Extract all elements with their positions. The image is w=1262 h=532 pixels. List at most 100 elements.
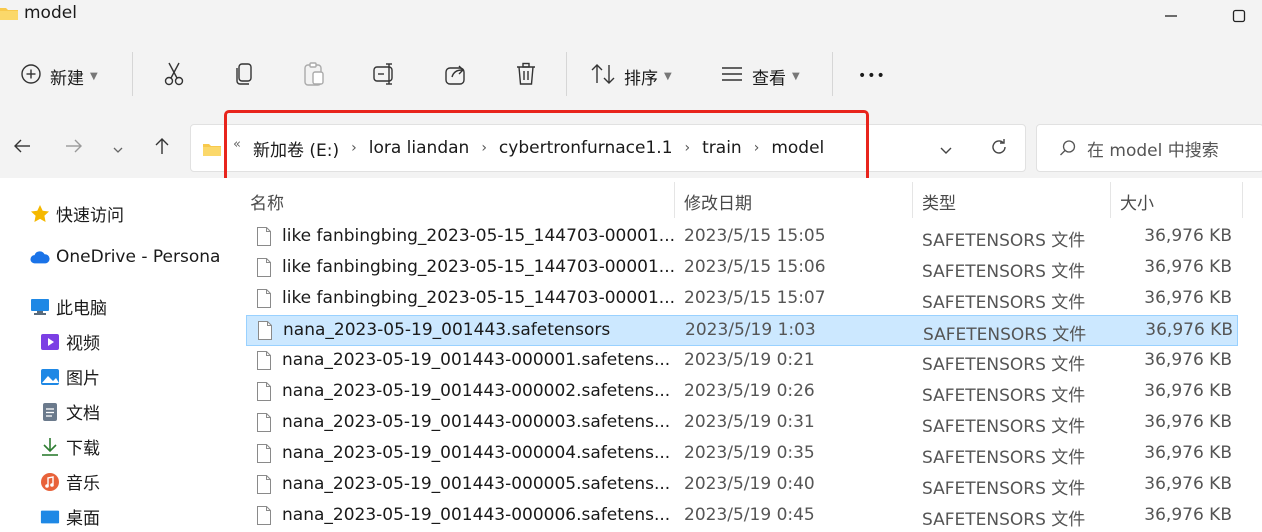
file-date: 2023/5/15 15:05 xyxy=(684,226,826,246)
file-name: nana_2023-05-19_001443.safetensors xyxy=(283,320,611,340)
rename-icon xyxy=(372,62,398,90)
toolbar-divider xyxy=(132,52,133,96)
column-divider[interactable] xyxy=(912,182,913,218)
file-icon xyxy=(256,288,272,314)
minimize-icon xyxy=(1164,8,1178,27)
file-row[interactable]: nana_2023-05-19_001443-000003.safetens..… xyxy=(246,408,1238,439)
file-name: nana_2023-05-19_001443-000001.safetens..… xyxy=(282,350,671,370)
plus-circle-icon xyxy=(20,63,42,89)
sidebar-item-label: 下载 xyxy=(66,439,100,459)
sidebar-item-onedrive[interactable]: OneDrive - Persona xyxy=(30,247,220,267)
file-size: 36,976 KB xyxy=(1144,443,1232,463)
file-date: 2023/5/19 0:21 xyxy=(684,350,815,370)
new-button[interactable]: 新建 ▼ xyxy=(20,58,98,94)
file-name: like fanbingbing_2023-05-15_144703-00001… xyxy=(282,226,676,246)
share-button[interactable] xyxy=(444,58,468,94)
file-type: SAFETENSORS 文件 xyxy=(922,293,1086,313)
view-button[interactable]: 查看 ▼ xyxy=(720,58,800,94)
file-row[interactable]: nana_2023-05-19_001443-000004.safetens..… xyxy=(246,439,1238,470)
rename-button[interactable] xyxy=(372,58,398,94)
video-icon xyxy=(40,332,60,352)
file-name: nana_2023-05-19_001443-000003.safetens..… xyxy=(282,412,671,432)
file-row[interactable]: like fanbingbing_2023-05-15_144703-00001… xyxy=(246,284,1238,315)
arrow-left-icon xyxy=(13,138,31,158)
more-options-button[interactable]: ••• xyxy=(858,58,886,94)
file-name: nana_2023-05-19_001443-000004.safetens..… xyxy=(282,443,671,463)
maximize-button[interactable] xyxy=(1216,0,1262,34)
copy-icon xyxy=(234,62,254,90)
address-dropdown-icon[interactable] xyxy=(939,141,953,160)
copy-button[interactable] xyxy=(234,58,254,94)
sidebar-item-label: 视频 xyxy=(66,334,100,354)
file-icon xyxy=(256,381,272,407)
column-header-date[interactable]: 修改日期 xyxy=(684,189,752,214)
chevron-down-icon: ▼ xyxy=(664,70,672,82)
column-divider[interactable] xyxy=(1242,182,1243,218)
file-date: 2023/5/15 15:07 xyxy=(684,288,826,308)
sidebar-item-quick-access[interactable]: 快速访问 xyxy=(30,201,124,226)
up-button[interactable] xyxy=(148,132,176,164)
pictures-icon xyxy=(40,367,60,387)
sidebar-item-videos[interactable]: 视频 xyxy=(40,329,100,354)
sidebar-item-pictures[interactable]: 图片 xyxy=(40,364,100,389)
file-type: SAFETENSORS 文件 xyxy=(922,448,1086,468)
file-row[interactable]: nana_2023-05-19_001443.safetensors 2023/5… xyxy=(246,315,1238,346)
sidebar-item-desktop[interactable]: 桌面 xyxy=(40,504,100,529)
forward-button[interactable] xyxy=(60,132,88,164)
file-type: SAFETENSORS 文件 xyxy=(922,355,1086,375)
file-icon xyxy=(256,257,272,283)
paste-button[interactable] xyxy=(302,58,326,94)
sidebar-item-this-pc[interactable]: 此电脑 xyxy=(30,294,107,319)
star-icon xyxy=(30,204,50,224)
column-divider[interactable] xyxy=(674,182,675,218)
cut-button[interactable] xyxy=(162,58,186,94)
file-type: SAFETENSORS 文件 xyxy=(922,262,1086,282)
file-date: 2023/5/19 1:03 xyxy=(685,320,816,340)
maximize-icon xyxy=(1232,8,1246,27)
recent-locations-button[interactable] xyxy=(108,132,128,164)
file-row[interactable]: like fanbingbing_2023-05-15_144703-00001… xyxy=(246,253,1238,284)
file-name: nana_2023-05-19_001443-000002.safetens..… xyxy=(282,381,671,401)
download-icon xyxy=(40,437,60,457)
annotation-box xyxy=(224,110,869,183)
more-icon: ••• xyxy=(858,68,886,84)
file-type: SAFETENSORS 文件 xyxy=(922,510,1086,530)
file-row[interactable]: nana_2023-05-19_001443-000006.safetens..… xyxy=(246,501,1238,532)
view-label: 查看 xyxy=(752,68,786,89)
sidebar-item-documents[interactable]: 文档 xyxy=(40,399,100,424)
file-type: SAFETENSORS 文件 xyxy=(922,231,1086,251)
file-type: SAFETENSORS 文件 xyxy=(922,479,1086,499)
column-divider[interactable] xyxy=(1110,182,1111,218)
file-size: 36,976 KB xyxy=(1144,226,1232,246)
search-box[interactable]: 在 model 中搜索 xyxy=(1036,124,1262,172)
file-row[interactable]: nana_2023-05-19_001443-000001.safetens..… xyxy=(246,346,1238,377)
cloud-icon xyxy=(30,247,50,267)
back-button[interactable] xyxy=(8,132,36,164)
file-row[interactable]: nana_2023-05-19_001443-000002.safetens..… xyxy=(246,377,1238,408)
file-row[interactable]: like fanbingbing_2023-05-15_144703-00001… xyxy=(246,222,1238,253)
column-header-type[interactable]: 类型 xyxy=(922,189,956,214)
sort-button[interactable]: 排序 ▼ xyxy=(590,58,672,94)
sort-arrows-icon xyxy=(590,63,616,89)
scissors-icon xyxy=(162,61,186,91)
search-input[interactable]: 在 model 中搜索 xyxy=(1087,136,1219,161)
file-name: like fanbingbing_2023-05-15_144703-00001… xyxy=(282,257,676,277)
column-header-name[interactable]: 名称 xyxy=(250,189,284,214)
share-icon xyxy=(444,62,468,90)
file-size: 36,976 KB xyxy=(1144,505,1232,525)
list-view-icon xyxy=(720,65,744,87)
title-bar: model xyxy=(0,0,1262,34)
minimize-button[interactable] xyxy=(1148,0,1194,34)
chevron-down-icon: ▼ xyxy=(90,70,98,82)
delete-button[interactable] xyxy=(515,58,537,94)
refresh-icon[interactable] xyxy=(989,137,1009,161)
file-row[interactable]: nana_2023-05-19_001443-000005.safetens..… xyxy=(246,470,1238,501)
column-header-size[interactable]: 大小 xyxy=(1120,189,1154,214)
search-icon xyxy=(1059,139,1077,157)
sidebar-item-music[interactable]: 音乐 xyxy=(40,469,100,494)
file-icon xyxy=(257,320,273,346)
file-icon xyxy=(256,474,272,500)
file-type: SAFETENSORS 文件 xyxy=(923,325,1087,345)
sidebar-item-downloads[interactable]: 下载 xyxy=(40,434,100,459)
documents-icon xyxy=(40,402,60,422)
